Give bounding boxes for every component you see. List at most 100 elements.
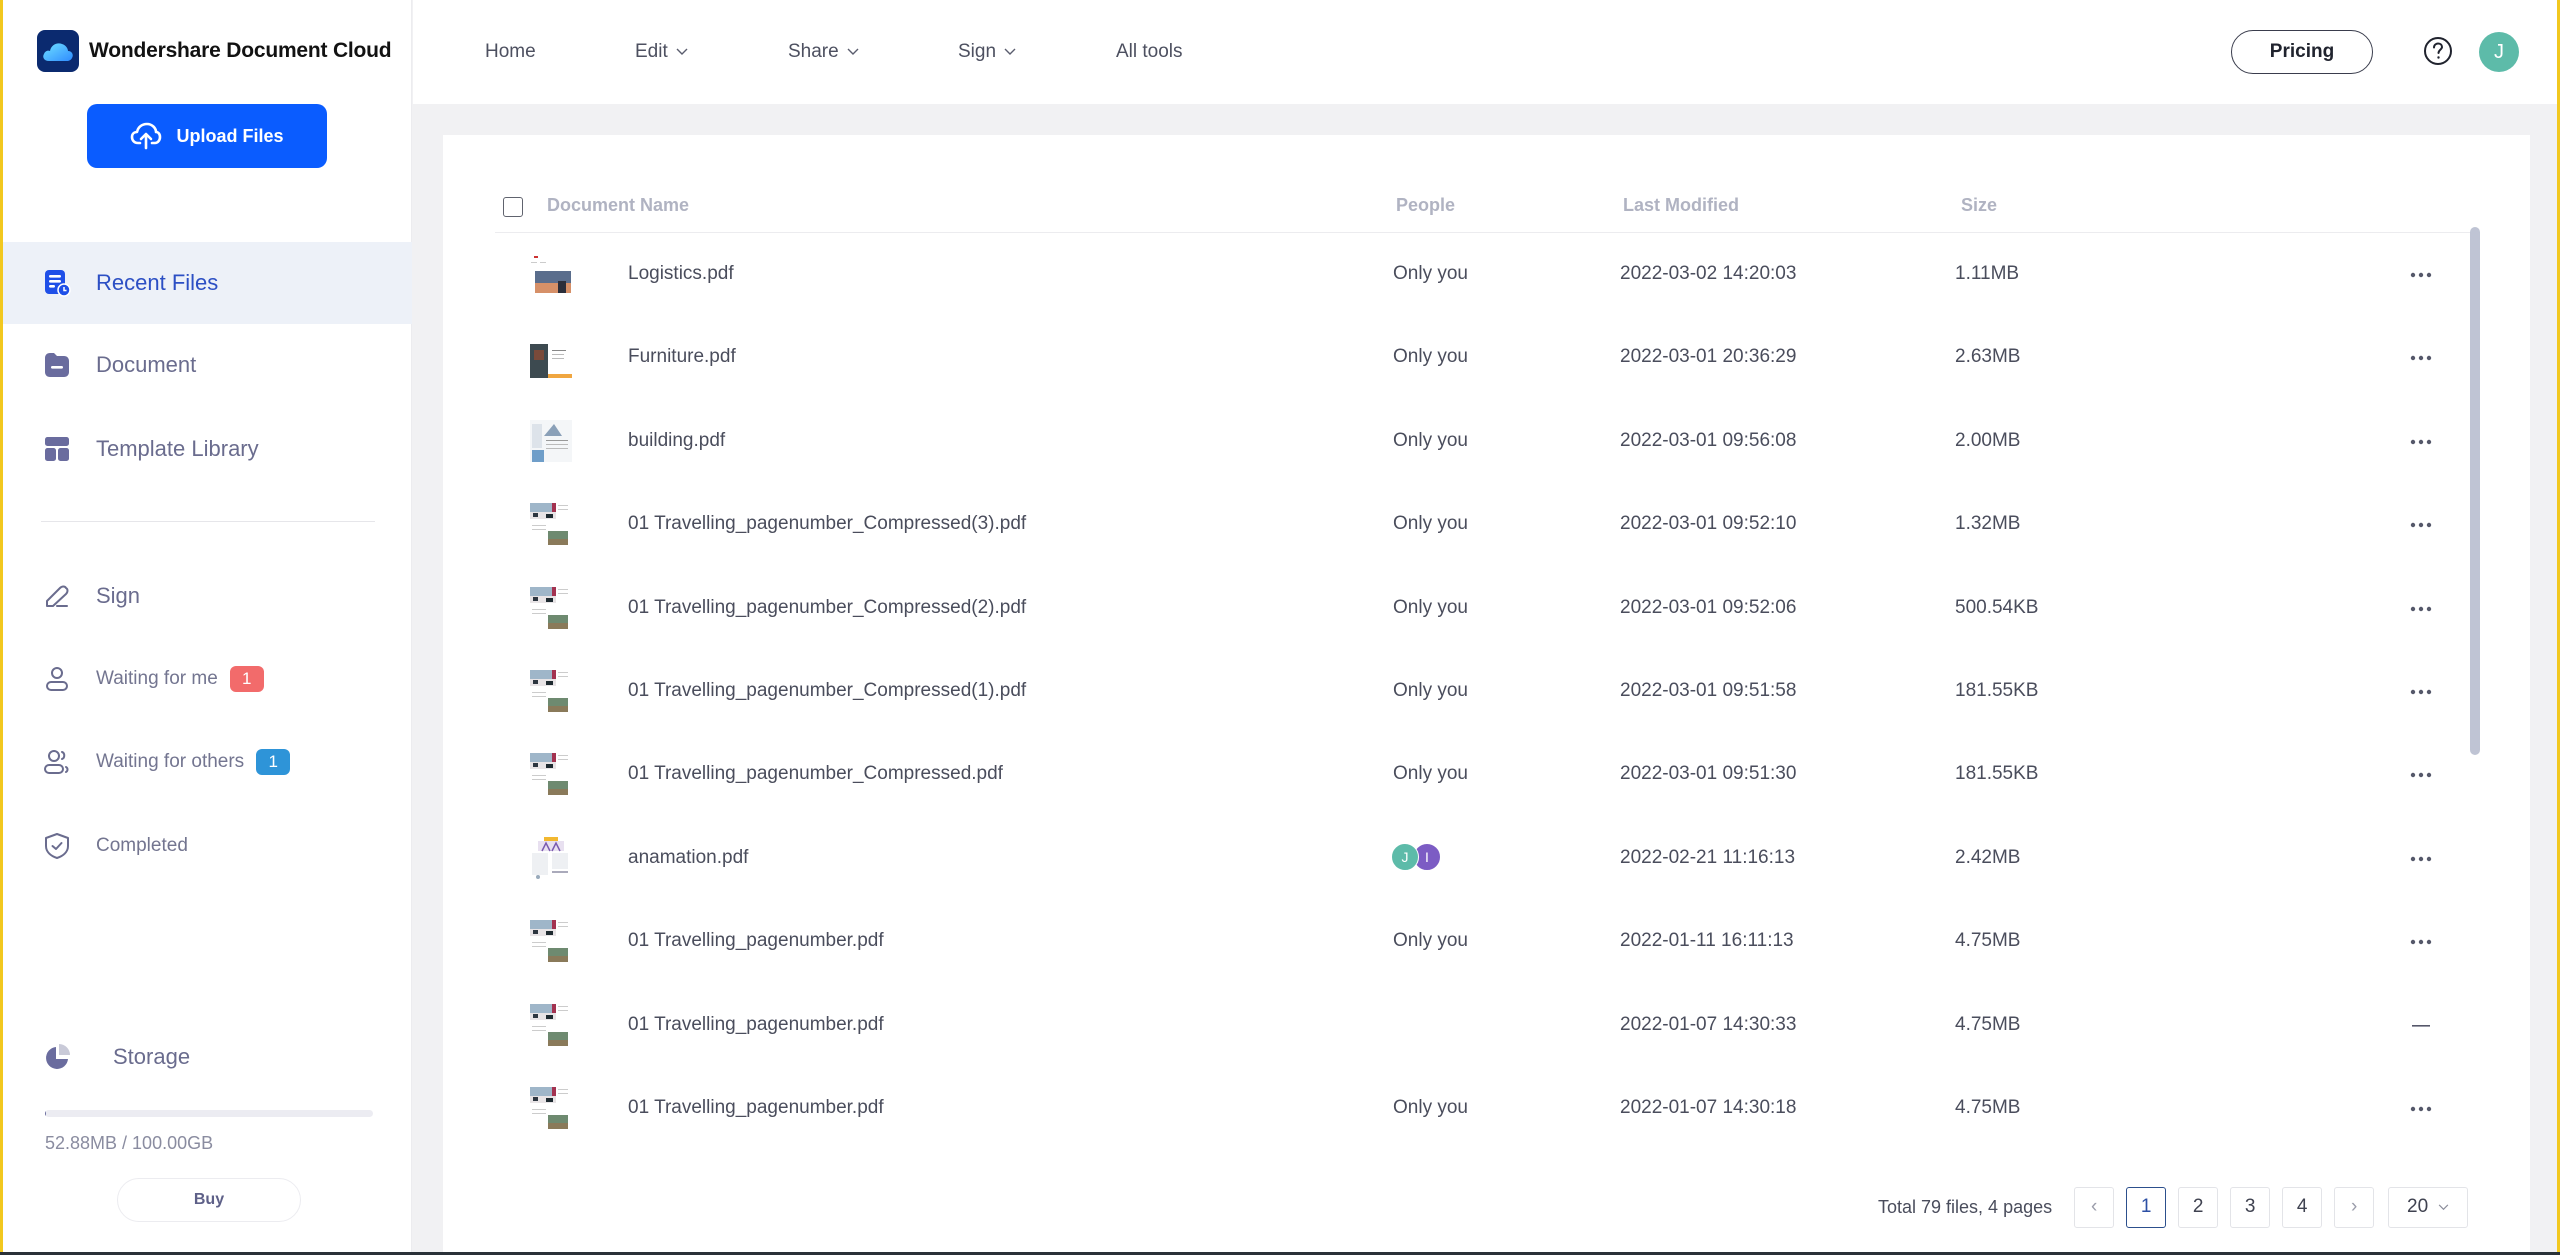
sidebar-item-waiting-for-others[interactable]: Waiting for others 1 (3, 732, 412, 792)
shared-user-avatar[interactable]: J (1391, 842, 1419, 871)
more-options-button[interactable] (2409, 763, 2433, 787)
sidebar-item-document[interactable]: Document (3, 324, 412, 406)
more-options-button[interactable] (2409, 680, 2433, 704)
column-header-size[interactable]: Size (1961, 195, 1997, 216)
user-avatar[interactable]: J (2479, 32, 2519, 72)
file-name[interactable]: 01 Travelling_pagenumber_Compressed(2).p… (628, 597, 1026, 619)
column-header-last-modified[interactable]: Last Modified (1623, 195, 1739, 216)
nav-home[interactable]: Home (485, 41, 635, 63)
more-options-button[interactable] (2409, 346, 2433, 370)
file-name[interactable]: 01 Travelling_pagenumber.pdf (628, 1014, 884, 1036)
file-name[interactable]: 01 Travelling_pagenumber.pdf (628, 930, 884, 952)
next-page-button[interactable]: › (2334, 1186, 2375, 1228)
more-options-button[interactable] (2409, 597, 2433, 621)
file-people: Only you (1393, 596, 1468, 618)
more-options-button[interactable] (2409, 263, 2433, 287)
table-row[interactable]: 01 Travelling_pagenumber.pdf 2022-01-07 1… (495, 984, 2455, 1067)
file-size: 4.75MB (1955, 1013, 2021, 1035)
buy-storage-button[interactable]: Buy (117, 1178, 301, 1222)
table-row[interactable]: 01 Travelling_pagenumber_Compressed.pdf O… (495, 733, 2455, 816)
nav-edit[interactable]: Edit (635, 41, 788, 63)
file-name[interactable]: Logistics.pdf (628, 263, 734, 285)
table-row[interactable]: 01 Travelling_pagenumber_Compressed(2).p… (495, 567, 2455, 650)
file-name[interactable]: anamation.pdf (628, 847, 748, 869)
more-options-button[interactable] (2409, 430, 2433, 454)
help-icon[interactable] (2423, 36, 2453, 66)
page-4-button[interactable]: 4 (2282, 1186, 2323, 1228)
file-last-modified: 2022-01-07 14:30:33 (1620, 1013, 1797, 1035)
sidebar-item-label: Completed (96, 835, 188, 856)
table-row[interactable]: 01 Travelling_pagenumber.pdf Only you 2022… (495, 1067, 2455, 1150)
dash-icon (2412, 1024, 2430, 1027)
file-size: 2.42MB (1955, 846, 2021, 868)
sidebar-item-sign[interactable]: Sign (3, 566, 412, 626)
page-size-select[interactable]: 20 (2388, 1186, 2469, 1228)
table-row[interactable]: building.pdf Only you 2022-03-01 09:56:08 2… (495, 400, 2455, 483)
sidebar-item-template-library[interactable]: Template Library (3, 408, 412, 490)
more-options-button[interactable] (2409, 513, 2433, 537)
file-thumbnail (530, 753, 572, 796)
table-scrollbar[interactable] (2470, 227, 2480, 755)
nav-share[interactable]: Share (788, 41, 958, 63)
file-size: 181.55KB (1955, 680, 2039, 701)
sidebar-divider (41, 521, 375, 522)
column-header-people: People (1396, 195, 1456, 215)
file-people: Only you (1393, 346, 1468, 368)
page-3-button[interactable]: 3 (2230, 1186, 2271, 1228)
more-options-button[interactable] (2409, 1097, 2433, 1121)
table-row[interactable]: 01 Travelling_pagenumber_Compressed(3).p… (495, 483, 2455, 566)
file-name[interactable]: 01 Travelling_pagenumber_Compressed(3).p… (628, 513, 1026, 535)
table-row[interactable]: 01 Travelling_pagenumber.pdf Only you 2022… (495, 900, 2455, 983)
column-header-document-name[interactable]: Document Name (547, 195, 689, 216)
nav-all-tools[interactable]: All tools (1116, 41, 1183, 63)
file-last-modified: 2022-03-01 09:56:08 (1620, 429, 1797, 451)
page-2-button[interactable]: 2 (2178, 1186, 2219, 1228)
template-icon (43, 435, 71, 463)
file-people: Only you (1393, 930, 1468, 952)
brand[interactable]: Wondershare Document Cloud (37, 30, 392, 72)
chevron-down-icon (1004, 48, 1016, 55)
waiting-for-me-badge: 1 (229, 666, 264, 692)
file-size: 4.75MB (1955, 930, 2021, 952)
shield-check-icon (43, 832, 71, 860)
more-options-button[interactable] (2409, 847, 2433, 871)
file-name[interactable]: Furniture.pdf (628, 346, 736, 368)
sidebar-item-recent-files[interactable]: Recent Files (3, 242, 412, 324)
table-row[interactable]: anamation.pdf J I 2022-02-21 11:16:13 2.42MB (495, 817, 2455, 900)
more-options-icon (2410, 1106, 2432, 1112)
table-row[interactable]: Furniture.pdf Only you 2022-03-01 20:36:29… (495, 316, 2455, 399)
file-last-modified: 2022-03-01 09:51:58 (1620, 680, 1797, 701)
sidebar-item-label: Recent Files (96, 270, 219, 295)
file-thumbnail (530, 1087, 572, 1129)
chevron-down-icon (676, 48, 688, 55)
pagination: Total 79 files, 4 pages ‹ 1 2 3 4 › 20 (1878, 1186, 2469, 1228)
users-icon (43, 748, 71, 776)
upload-files-label: Upload Files (176, 125, 284, 146)
more-options-button[interactable] (2409, 930, 2433, 954)
file-people: Only you (1393, 263, 1468, 284)
storage-usage-text: 52.88MB / 100.00GB (45, 1133, 214, 1153)
more-options-icon (2410, 356, 2432, 361)
file-name[interactable]: 01 Travelling_pagenumber.pdf (628, 1097, 884, 1119)
table-header: Document Name People Last Modified Size (495, 187, 2475, 233)
file-thumbnail (530, 836, 572, 879)
file-people: Only you (1393, 513, 1468, 535)
prev-page-button[interactable]: ‹ (2074, 1186, 2115, 1228)
file-thumbnail (530, 920, 572, 963)
upload-files-button[interactable]: Upload Files (87, 104, 327, 168)
sidebar-item-completed[interactable]: Completed (3, 816, 412, 876)
file-thumbnail (530, 586, 572, 629)
nav-sign[interactable]: Sign (958, 41, 1116, 63)
table-row[interactable]: Logistics.pdf Only you 2022-03-02 14:20:03… (495, 233, 2455, 316)
table-row[interactable]: 01 Travelling_pagenumber_Compressed(1).p… (495, 650, 2455, 733)
file-name[interactable]: 01 Travelling_pagenumber_Compressed.pdf (628, 763, 1003, 785)
sidebar-item-waiting-for-me[interactable]: Waiting for me 1 (3, 649, 412, 709)
file-name[interactable]: building.pdf (628, 430, 725, 452)
more-options-icon (2410, 606, 2432, 611)
file-thumbnail (530, 253, 572, 295)
file-people: Only you (1393, 429, 1468, 451)
cloud-logo-icon (37, 30, 79, 72)
file-name[interactable]: 01 Travelling_pagenumber_Compressed(1).p… (628, 680, 1026, 702)
pricing-button[interactable]: Pricing (2231, 30, 2373, 74)
page-1-button[interactable]: 1 (2126, 1186, 2167, 1228)
